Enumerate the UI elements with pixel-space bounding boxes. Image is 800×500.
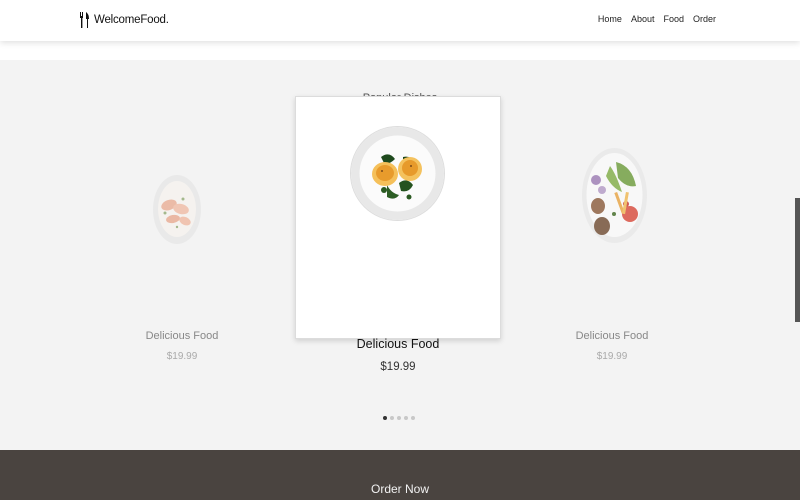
- nav-link-order[interactable]: Order: [693, 14, 716, 24]
- nav-link-food[interactable]: Food: [663, 14, 684, 24]
- scrollbar-thumb[interactable]: [795, 198, 800, 322]
- carousel-item-price-right: $19.99: [596, 351, 628, 362]
- carousel-item-name-active: Delicious Food: [356, 337, 440, 351]
- brand-name: WelcomeFood.: [94, 14, 169, 26]
- carousel-dot-2[interactable]: [390, 416, 394, 420]
- main-nav: Home About Food Order: [598, 14, 716, 24]
- fork-knife-icon: [80, 12, 89, 28]
- carousel-dot-4[interactable]: [404, 416, 408, 420]
- carousel-item-name-left: Delicious Food: [145, 330, 219, 342]
- shrimp-plate-icon: [153, 175, 201, 244]
- carousel-dot-3[interactable]: [397, 416, 401, 420]
- carousel-pagination: [383, 416, 415, 420]
- carousel-dot-1[interactable]: [383, 416, 387, 420]
- carousel-item-name-right: Delicious Food: [575, 330, 649, 342]
- salad-plate-icon: [582, 148, 647, 243]
- nav-link-home[interactable]: Home: [598, 14, 622, 24]
- eggs-spinach-plate-icon: [351, 127, 444, 220]
- carousel-item-price-left: $19.99: [166, 351, 198, 362]
- navbar: WelcomeFood. Home About Food Order: [0, 0, 800, 41]
- carousel-item-price-active: $19.99: [380, 361, 416, 373]
- header-spacer: [0, 41, 800, 60]
- order-now-button[interactable]: Order Now: [0, 482, 800, 496]
- footer: Order Now: [0, 450, 800, 500]
- brand[interactable]: WelcomeFood.: [79, 12, 169, 28]
- nav-link-about[interactable]: About: [631, 14, 655, 24]
- carousel-dot-5[interactable]: [411, 416, 415, 420]
